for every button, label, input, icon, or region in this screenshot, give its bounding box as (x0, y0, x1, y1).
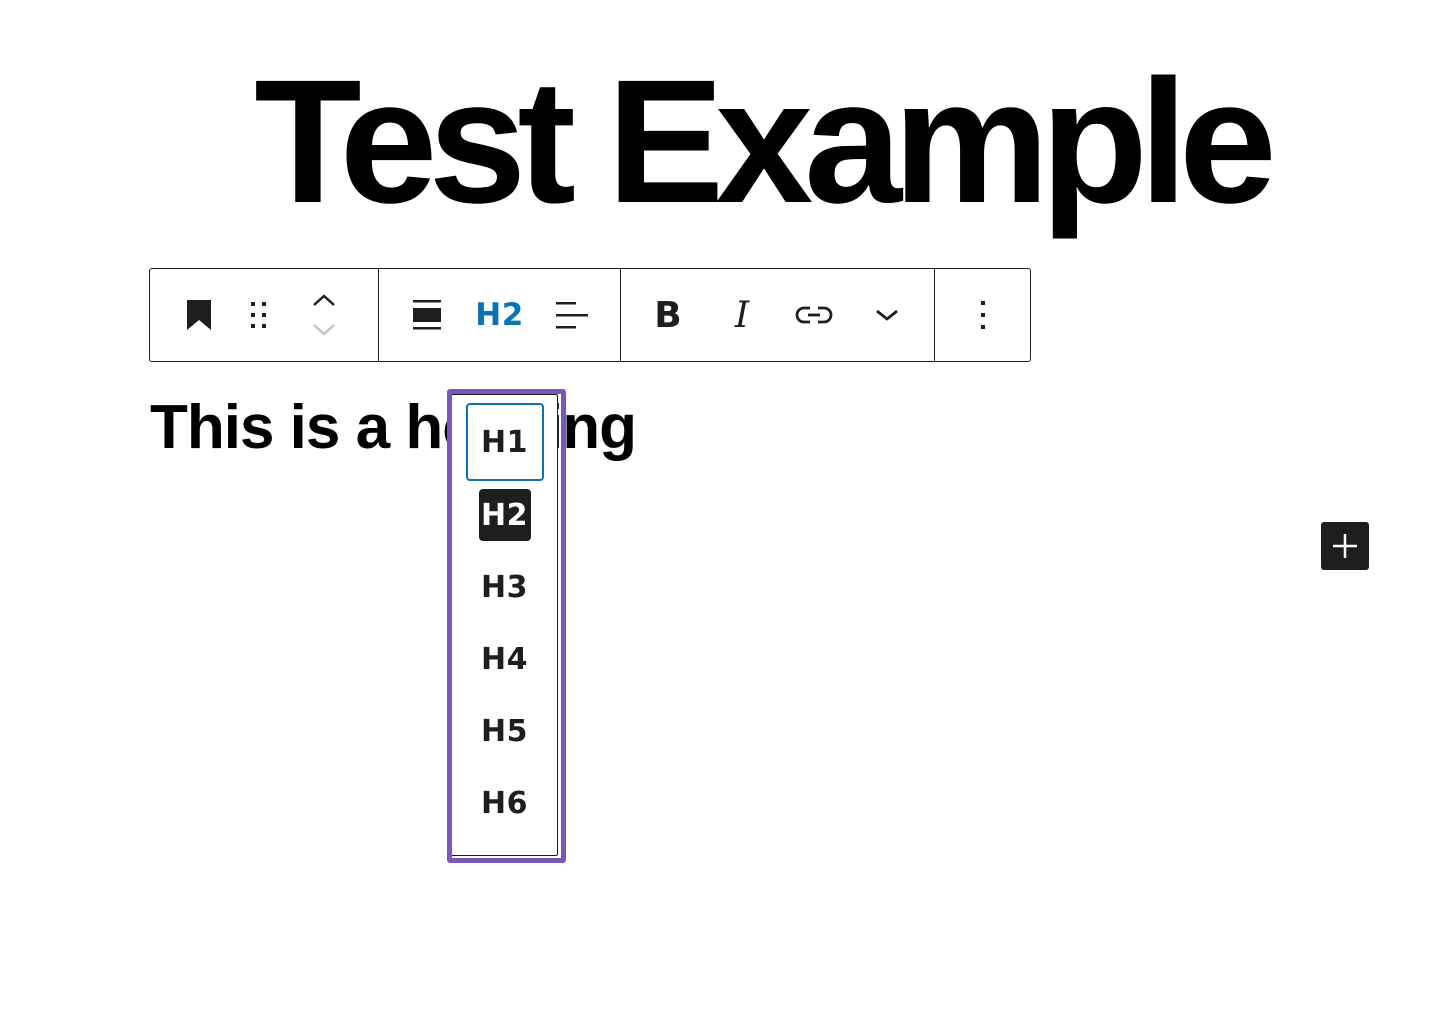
toolbar-group-block (150, 269, 378, 361)
chevron-down-icon (313, 324, 335, 336)
bookmark-icon (187, 300, 211, 330)
heading-level-option-h5[interactable]: H5 (475, 705, 535, 757)
plus-icon (1333, 534, 1357, 558)
heading-level-button[interactable]: H2 (475, 269, 525, 361)
heading-level-option-h3[interactable]: H3 (475, 561, 535, 613)
link-button[interactable] (769, 269, 859, 361)
align-left-icon (556, 302, 589, 329)
toolbar-group-format: B I (620, 269, 934, 361)
heading-block[interactable]: This is a heading (150, 388, 637, 468)
post-title[interactable]: Test Example (150, 52, 1372, 232)
move-up-button[interactable] (304, 285, 344, 315)
italic-label: I (734, 294, 750, 336)
block-mover (270, 269, 378, 361)
bold-label: B (654, 294, 682, 336)
heading-level-option-h6[interactable]: H6 (475, 777, 535, 829)
heading-level-option-h4[interactable]: H4 (475, 633, 535, 685)
toolbar-group-options (934, 269, 1030, 361)
drag-handle-icon (251, 302, 266, 328)
heading-level-label: H2 (475, 297, 524, 333)
bold-button[interactable]: B (621, 269, 715, 361)
block-options-button[interactable] (935, 269, 1030, 361)
link-icon (795, 306, 833, 324)
block-toolbar: H2 B I (149, 268, 1031, 362)
chevron-down-icon (876, 309, 898, 321)
move-down-button[interactable] (304, 315, 344, 345)
toolbar-group-heading: H2 (378, 269, 620, 361)
heading-level-option-h2[interactable]: H2 (478, 489, 531, 541)
drag-handle-button[interactable] (248, 269, 270, 361)
text-align-button[interactable] (524, 269, 620, 361)
add-block-button[interactable] (1321, 522, 1369, 570)
more-formats-button[interactable] (859, 269, 915, 361)
more-vertical-icon (980, 301, 985, 329)
align-wide-icon (412, 300, 441, 330)
block-type-button[interactable] (150, 269, 248, 361)
italic-button[interactable]: I (715, 269, 769, 361)
chevron-up-icon (313, 294, 335, 306)
heading-level-option-h1[interactable]: H1 (465, 403, 544, 481)
heading-level-menu: H1 H2 H3 H4 H5 H6 (451, 394, 558, 856)
align-button[interactable] (379, 269, 475, 361)
